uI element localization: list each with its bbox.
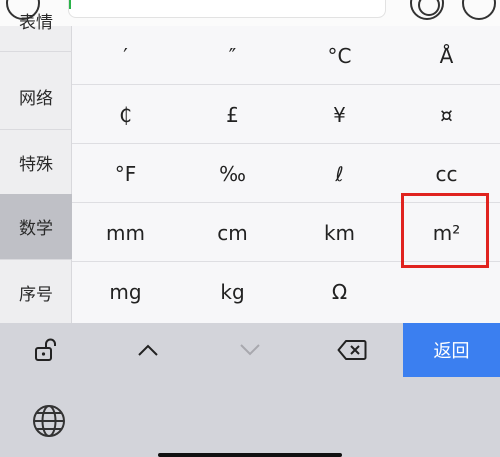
category-special[interactable]: 特殊 (0, 130, 72, 196)
page-up-button[interactable] (100, 323, 196, 377)
symbol-key[interactable]: ¥ (286, 85, 393, 144)
symbol-key[interactable] (393, 262, 500, 321)
symbol-row: ′ ″ °C Å (72, 26, 500, 85)
chevron-down-icon (240, 344, 260, 356)
symbol-key[interactable]: °C (286, 26, 393, 85)
symbol-key[interactable]: ℓ (286, 144, 393, 203)
add-icon[interactable] (462, 0, 496, 20)
symbol-key[interactable]: £ (179, 85, 286, 144)
text-input[interactable] (68, 0, 386, 18)
symbol-key[interactable]: ″ (179, 26, 286, 85)
category-label: 网络 (19, 89, 53, 109)
symbol-key[interactable]: mg (72, 262, 179, 321)
top-bar (0, 0, 500, 26)
symbol-key[interactable]: ¤ (393, 85, 500, 144)
symbol-row: mg kg Ω (72, 262, 500, 321)
symbol-key[interactable]: km (286, 203, 393, 262)
symbol-key[interactable]: ₵ (72, 85, 179, 144)
category-math[interactable]: 数学 (0, 194, 72, 260)
delete-button[interactable] (300, 323, 404, 377)
category-label: 数学 (19, 219, 53, 239)
back-button[interactable]: 返回 (403, 323, 500, 377)
text-cursor (69, 0, 71, 9)
category-label: 特殊 (19, 155, 53, 175)
backspace-icon (337, 340, 367, 360)
category-label: 序号 (19, 285, 53, 305)
lock-button[interactable] (0, 323, 92, 377)
symbol-row: ₵ £ ¥ ¤ (72, 85, 500, 144)
symbol-key[interactable]: ′ (72, 26, 179, 85)
keyboard-toolbar: 返回 (0, 323, 500, 377)
category-label: 表情 (19, 13, 53, 33)
symbol-grid: ′ ″ °C Å ₵ £ ¥ ¤ °F ‰ ℓ cc mm cm km m² m… (72, 26, 500, 323)
category-emoticons[interactable]: 表情 (0, 12, 72, 52)
symbol-key[interactable]: Ω (286, 262, 393, 321)
home-indicator (158, 453, 342, 457)
symbol-key[interactable]: kg (179, 262, 286, 321)
emoji-icon[interactable] (410, 0, 444, 20)
language-switch-button[interactable] (30, 402, 68, 444)
highlight-box (401, 193, 489, 268)
globe-icon (33, 405, 65, 437)
lock-open-icon (35, 338, 56, 361)
page-down-button[interactable] (200, 323, 300, 377)
chevron-up-icon (138, 344, 158, 356)
symbol-key[interactable]: cm (179, 203, 286, 262)
symbol-key[interactable]: Å (393, 26, 500, 85)
category-network[interactable]: 网络 (0, 64, 72, 130)
keyboard-bottom-bar (0, 377, 500, 457)
symbol-key[interactable]: mm (72, 203, 179, 262)
symbol-key[interactable]: °F (72, 144, 179, 203)
symbol-category-sidebar: 表情 网络 特殊 数学 序号 (0, 13, 72, 326)
symbol-key[interactable]: ‰ (179, 144, 286, 203)
category-serial-numbers[interactable]: 序号 (0, 260, 72, 326)
